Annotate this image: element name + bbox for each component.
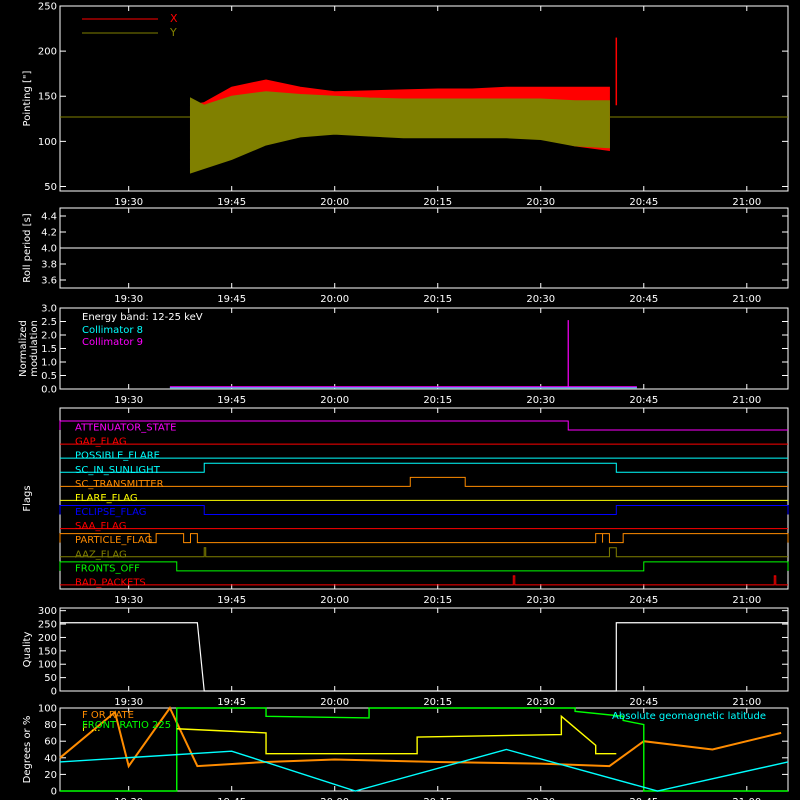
legend-label: Absolute geomagnetic latitude xyxy=(612,711,766,722)
legend-label: Collimator 8 xyxy=(82,325,143,336)
x-tick-label: 20:00 xyxy=(320,595,349,606)
y-axis-label: Flags xyxy=(22,485,33,511)
x-tick-label: 20:30 xyxy=(526,697,555,708)
flag-label: PARTICLE_FLAG xyxy=(75,535,152,546)
flag-label: ECLIPSE_FLAG xyxy=(75,507,146,518)
x-tick-label: 20:00 xyxy=(320,197,349,208)
y-tick-label: 200 xyxy=(38,47,57,58)
y-tick-label: 3.0 xyxy=(41,304,57,315)
y-tick-label: 100 xyxy=(38,660,57,671)
x-tick-label: 20:00 xyxy=(320,294,349,305)
y-tick-label: 250 xyxy=(38,620,57,631)
x-tick-label: 21:00 xyxy=(732,197,761,208)
y-tick-label: 0 xyxy=(51,687,57,698)
y-tick-label: 100 xyxy=(38,704,57,715)
y-tick-label: 150 xyxy=(38,646,57,657)
flag-label: FLARE_FLAG xyxy=(75,493,138,504)
x-tick-label: 19:45 xyxy=(217,697,246,708)
y-tick-label: 1.5 xyxy=(41,344,57,355)
x-tick-label: 19:30 xyxy=(114,697,143,708)
y-tick-label: 300 xyxy=(38,606,57,617)
y-tick-label: 4.0 xyxy=(41,244,57,255)
y-axis-label-line: modulation xyxy=(29,320,40,377)
x-tick-label: 20:00 xyxy=(320,395,349,406)
y-tick-label: 3.8 xyxy=(41,260,57,271)
y-tick-label: 200 xyxy=(38,633,57,644)
telemetry-figure: 19:30 19:45 20:00 20:15 20:30 20:45 21:00 50 100… xyxy=(0,0,800,800)
x-tick-label: 19:45 xyxy=(217,395,246,406)
y-tick-label: 250 xyxy=(38,2,57,13)
x-tick-label: 20:30 xyxy=(526,595,555,606)
x-tick-label: 20:30 xyxy=(526,197,555,208)
y-tick-label: 50 xyxy=(44,182,57,193)
x-tick-label: 21:00 xyxy=(732,294,761,305)
y-axis-label: Roll period [s] xyxy=(22,213,33,282)
x-tick-label: 20:45 xyxy=(629,595,658,606)
y-tick-label: 1.0 xyxy=(41,358,57,369)
x-tick-label: 20:15 xyxy=(423,294,452,305)
flag-label: SC_TRANSMITTER xyxy=(75,479,164,490)
y-tick-label: 0.0 xyxy=(41,385,57,396)
legend-label: Y xyxy=(169,26,177,39)
flag-label: SC_IN_SUNLIGHT xyxy=(75,465,161,476)
y-tick-label: 50 xyxy=(44,673,57,684)
x-tick-label: 19:45 xyxy=(217,294,246,305)
x-tick-label: 20:45 xyxy=(629,294,658,305)
x-tick-label: 20:45 xyxy=(629,197,658,208)
x-tick-label: 21:00 xyxy=(732,595,761,606)
legend-label: Collimator 9 xyxy=(82,337,143,348)
flag-label: GAP_FLAG xyxy=(75,437,127,448)
legend-label: FRONT RATIO 225 xyxy=(82,720,171,731)
y-tick-label: 4.4 xyxy=(41,212,57,223)
y-tick-label: 100 xyxy=(38,137,57,148)
flag-label: ATTENUATOR_STATE xyxy=(75,423,176,434)
x-tick-label: 19:45 xyxy=(217,197,246,208)
x-tick-label: 19:30 xyxy=(114,595,143,606)
legend-label: X xyxy=(170,12,178,25)
y-axis-label: Degrees or % xyxy=(22,716,33,784)
x-tick-label: 19:30 xyxy=(114,294,143,305)
x-tick-label: 20:15 xyxy=(423,395,452,406)
y-tick-label: 60 xyxy=(44,737,57,748)
x-tick-label: 19:30 xyxy=(114,395,143,406)
y-tick-label: 40 xyxy=(44,753,57,764)
y-tick-label: 20 xyxy=(44,770,57,781)
y-axis-label: Quality xyxy=(22,632,33,668)
y-tick-label: 4.2 xyxy=(41,228,57,239)
flag-label: AAZ_FLAG xyxy=(75,549,127,560)
flag-label: POSSIBLE_FLARE xyxy=(75,451,160,462)
x-tick-label: 20:00 xyxy=(320,697,349,708)
x-tick-label: 20:45 xyxy=(629,697,658,708)
x-tick-label: 19:45 xyxy=(217,595,246,606)
x-tick-label: 20:15 xyxy=(423,697,452,708)
y-tick-label: 0.5 xyxy=(41,371,57,382)
x-tick-label: 21:00 xyxy=(732,697,761,708)
flag-label: SAA_FLAG xyxy=(75,521,126,532)
y-tick-label: 2.5 xyxy=(41,317,57,328)
x-tick-label: 20:15 xyxy=(423,197,452,208)
y-tick-label: 80 xyxy=(44,720,57,731)
y-tick-label: 2.0 xyxy=(41,331,57,342)
x-tick-label: 20:30 xyxy=(526,395,555,406)
y-tick-label: 3.6 xyxy=(41,276,57,287)
y-axis-label-line: Normalized xyxy=(18,320,29,377)
y-tick-label: 150 xyxy=(38,92,57,103)
x-tick-label: 21:00 xyxy=(732,395,761,406)
x-tick-label: 19:30 xyxy=(114,197,143,208)
x-tick-label: 20:30 xyxy=(526,294,555,305)
y-axis-label: Pointing ["] xyxy=(22,70,33,126)
x-tick-label: 20:45 xyxy=(629,395,658,406)
flag-label: FRONTS_OFF xyxy=(75,563,140,574)
y-axis-label: Normalizedmodulation xyxy=(18,320,40,377)
legend-title: Energy band: 12-25 keV xyxy=(82,312,203,323)
x-tick-label: 20:15 xyxy=(423,595,452,606)
flag-label: BAD_PACKETS xyxy=(75,577,146,588)
y-tick-label: 0 xyxy=(51,787,57,798)
